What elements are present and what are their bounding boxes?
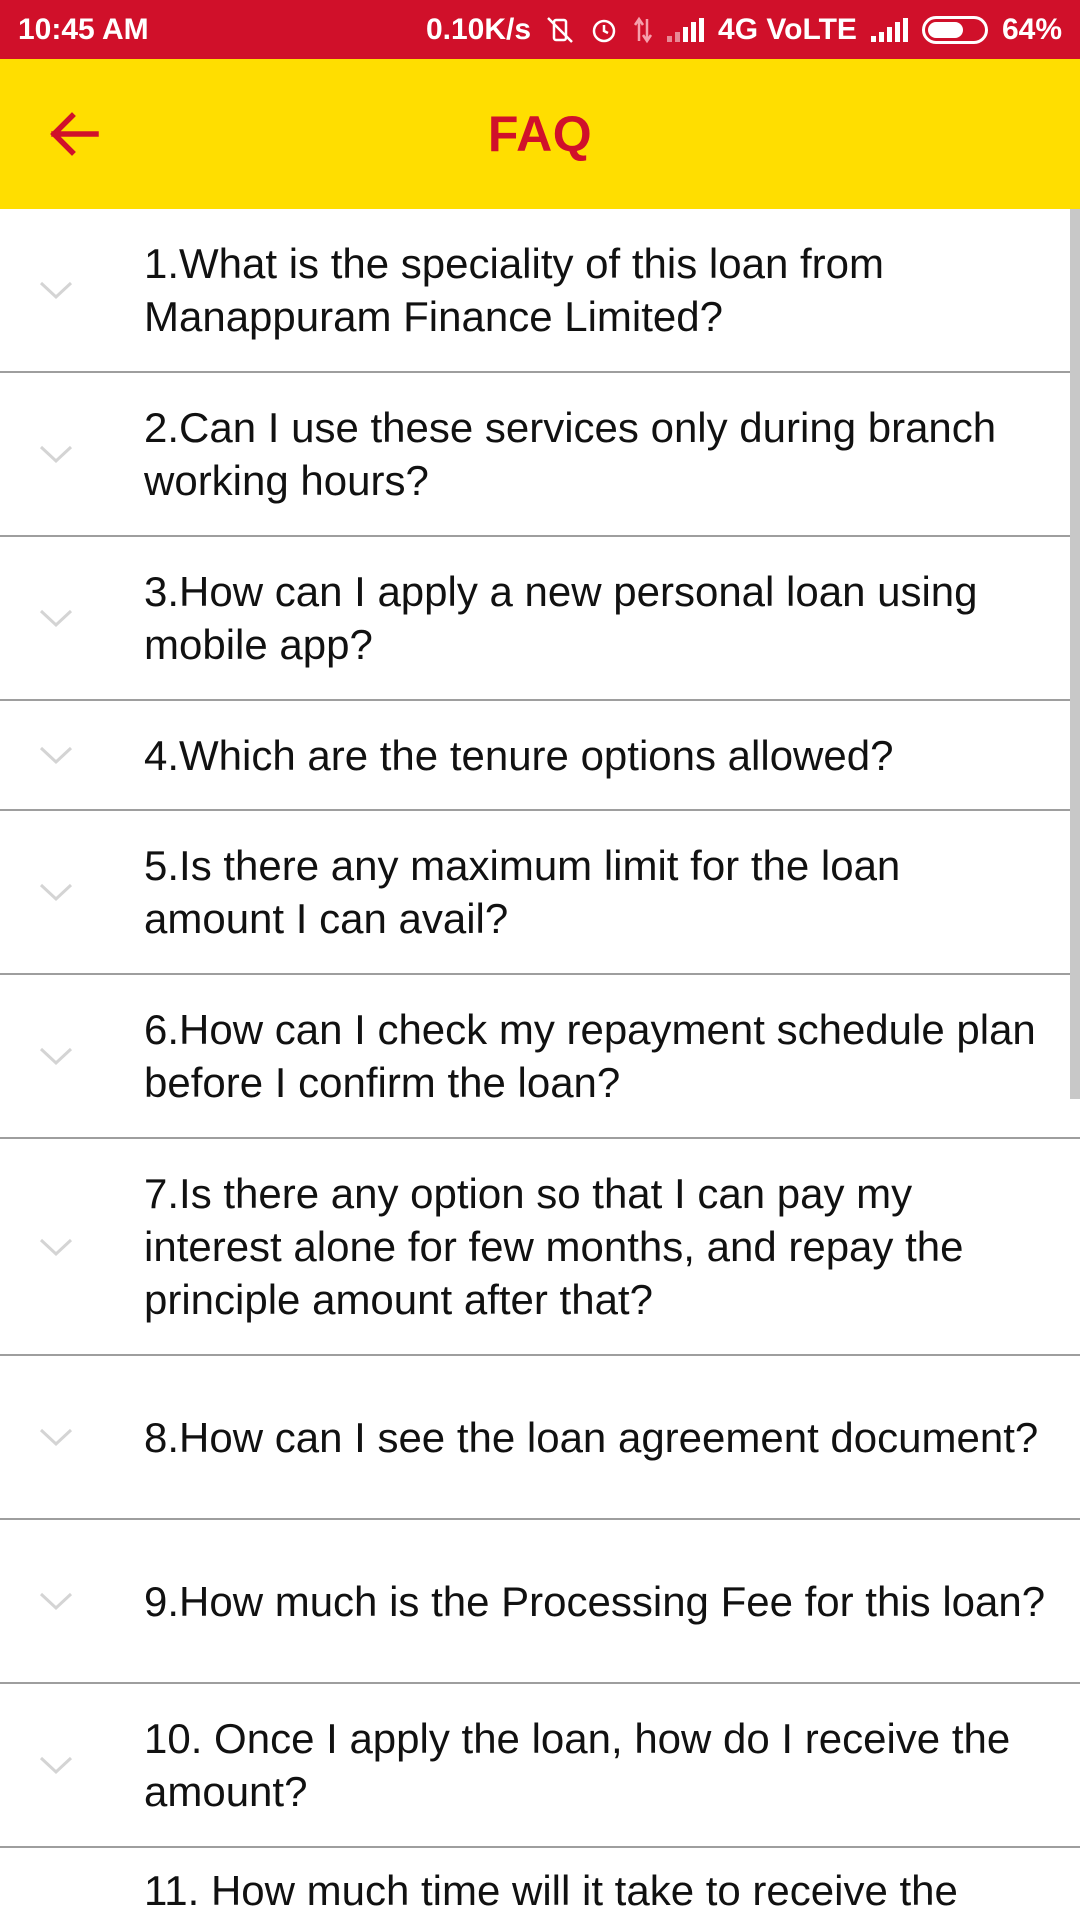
signal-icon (870, 17, 908, 42)
vibrate-off-icon (545, 15, 575, 45)
chevron-down-icon (38, 1426, 74, 1448)
chevron-down-icon (38, 1045, 74, 1067)
faq-item[interactable]: 9.How much is the Processing Fee for thi… (0, 1520, 1080, 1684)
status-time: 10:45 AM (18, 12, 149, 46)
battery-fill (927, 21, 963, 38)
chevron-down-icon (38, 1754, 74, 1776)
faq-question: 9.How much is the Processing Fee for thi… (144, 1577, 1046, 1625)
scrollbar[interactable] (1070, 209, 1080, 1099)
faq-question: 5.Is there any maximum limit for the loa… (144, 842, 901, 942)
battery-percent: 64% (1001, 12, 1062, 46)
app-bar: FAQ (0, 59, 1080, 209)
faq-item[interactable]: 11. How much time will it take to receiv… (0, 1848, 1080, 1920)
faq-question: 3.How can I apply a new personal loan us… (144, 568, 978, 668)
network-type: 4G VoLTE (718, 12, 857, 46)
faq-question: 7.Is there any option so that I can pay … (144, 1170, 964, 1323)
signal-icon (667, 17, 705, 42)
data-arrows-icon (633, 15, 653, 45)
faq-question: 8.How can I see the loan agreement docum… (144, 1413, 1039, 1461)
faq-question: 2.Can I use these services only during b… (144, 404, 997, 504)
faq-question: 10. Once I apply the loan, how do I rece… (144, 1715, 1011, 1815)
alarm-icon (589, 15, 619, 45)
faq-item[interactable]: 1.What is the speciality of this loan fr… (0, 209, 1080, 373)
chevron-down-icon (38, 881, 74, 903)
chevron-down-icon (38, 1236, 74, 1258)
faq-question: 1.What is the speciality of this loan fr… (144, 240, 884, 340)
page-title: FAQ (487, 106, 593, 162)
chevron-down-icon (38, 279, 74, 301)
arrow-back-icon (50, 112, 99, 156)
back-button[interactable] (44, 104, 104, 164)
battery-icon (921, 15, 988, 44)
chevron-down-icon (38, 607, 74, 629)
status-bar: 10:45 AM 0.10K/s 4G VoLTE 64% (0, 0, 1080, 59)
faq-question: 6.How can I check my repayment schedule … (144, 1006, 1036, 1106)
faq-item[interactable]: 3.How can I apply a new personal loan us… (0, 537, 1080, 701)
faq-item[interactable]: 4.Which are the tenure options allowed? (0, 701, 1080, 811)
faq-question: 11. How much time will it take to receiv… (144, 1867, 958, 1914)
faq-item[interactable]: 5.Is there any maximum limit for the loa… (0, 811, 1080, 975)
status-icons: 0.10K/s 4G VoLTE 64% (426, 13, 1062, 47)
chevron-down-icon (38, 443, 74, 465)
faq-question: 4.Which are the tenure options allowed? (144, 731, 894, 779)
faq-item[interactable]: 6.How can I check my repayment schedule … (0, 975, 1080, 1139)
faq-item[interactable]: 7.Is there any option so that I can pay … (0, 1139, 1080, 1356)
chevron-down-icon (38, 744, 74, 766)
faq-list[interactable]: 1.What is the speciality of this loan fr… (0, 209, 1080, 1920)
network-speed: 0.10K/s (425, 12, 532, 46)
chevron-down-icon (38, 1590, 74, 1612)
faq-item[interactable]: 8.How can I see the loan agreement docum… (0, 1356, 1080, 1520)
faq-item[interactable]: 2.Can I use these services only during b… (0, 373, 1080, 537)
faq-item[interactable]: 10. Once I apply the loan, how do I rece… (0, 1684, 1080, 1848)
